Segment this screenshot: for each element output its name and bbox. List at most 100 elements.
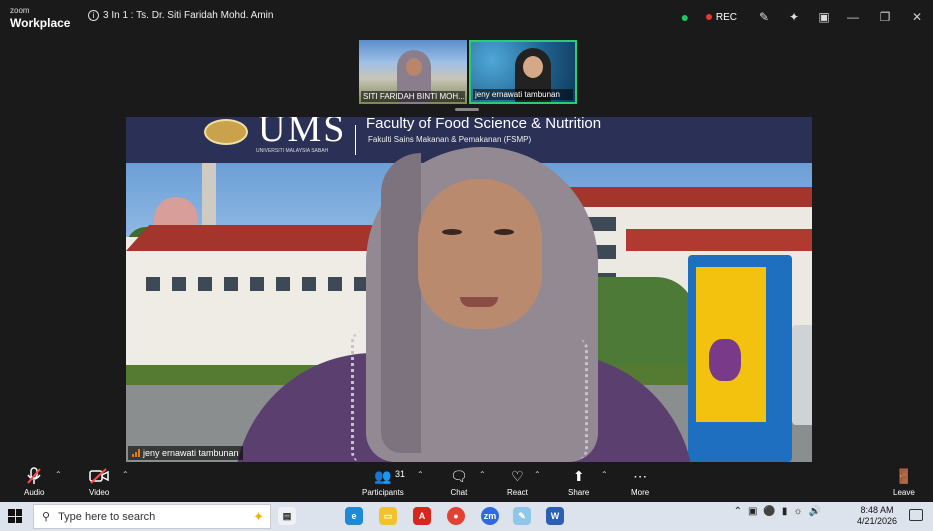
- meeting-toolbar: Audio ⌃ Video ⌃ 👥 Participants 31 ⌃ 🗨 Ch…: [0, 462, 933, 502]
- security-shield-icon[interactable]: ●: [672, 4, 698, 30]
- word-app-icon[interactable]: W: [546, 507, 564, 525]
- speaker-eye-left: [442, 229, 462, 235]
- thumbnail-jeny-ernawati[interactable]: jeny ernawati tambunan: [469, 40, 577, 104]
- more-label: More: [631, 488, 650, 497]
- search-icon: ⚲: [42, 511, 51, 523]
- leave-label: Leave: [893, 488, 915, 497]
- banner-divider: [355, 125, 356, 155]
- leave-door-icon: 🚪: [895, 467, 913, 484]
- thumbnail-name: jeny ernawati tambunan: [473, 89, 573, 100]
- participant-face: [523, 56, 543, 78]
- paint-app-icon[interactable]: ✎: [513, 507, 531, 525]
- participants-label: Participants: [362, 488, 404, 497]
- info-icon[interactable]: i: [88, 10, 99, 21]
- task-view-icon[interactable]: ▤: [278, 507, 296, 525]
- react-options-chevron-icon[interactable]: ⌃: [534, 470, 541, 479]
- file-explorer-icon[interactable]: ▭: [379, 507, 397, 525]
- participant-name-tag: jeny ernawati tambunan: [128, 446, 243, 460]
- zoom-logo: zoom Workplace: [10, 6, 71, 30]
- share-label: Share: [568, 488, 590, 497]
- participant-count: 31: [395, 469, 406, 479]
- more-button[interactable]: ⋯ More: [631, 466, 650, 498]
- meeting-title: 3 In 1 : Ts. Dr. Siti Faridah Mohd. Amin: [103, 10, 274, 21]
- university-logo-text: UMS: [258, 117, 347, 150]
- main-video-feed[interactable]: UMS UNIVERSITI MALAYSIA SABAH Faculty of…: [126, 117, 812, 462]
- tray-device-icon[interactable]: ▣: [748, 506, 757, 517]
- minimize-button[interactable]: —: [837, 4, 869, 30]
- signboard-logo: [709, 339, 741, 381]
- participants-icon: 👥: [374, 467, 392, 484]
- faculty-name-malay: Fakulti Sains Makanan & Pemakanan (FSMP): [368, 135, 532, 144]
- search-highlight-icon: ✦: [253, 508, 264, 524]
- participant-name: jeny ernawati tambunan: [143, 448, 239, 458]
- acrobat-icon[interactable]: A: [413, 507, 431, 525]
- restore-button[interactable]: ❐: [869, 4, 901, 30]
- video-label: Video: [89, 488, 110, 497]
- thumbnail-name: SITI FARIDAH BINTI MOH...: [361, 91, 465, 102]
- chat-button[interactable]: 🗨 Chat: [450, 466, 468, 498]
- leave-button[interactable]: 🚪 Leave: [893, 466, 915, 498]
- building-windows: [146, 277, 396, 291]
- thumbnail-drag-handle[interactable]: [455, 108, 479, 111]
- speaker-eye-right: [494, 229, 514, 235]
- audio-label: Audio: [24, 488, 45, 497]
- chrome-icon[interactable]: ●: [447, 507, 465, 525]
- react-button[interactable]: ♡ React: [507, 466, 528, 498]
- annotate-pen-icon[interactable]: ✎: [751, 4, 777, 30]
- edge-browser-icon[interactable]: e: [345, 507, 363, 525]
- heart-react-icon: ♡: [511, 467, 524, 484]
- garment-lace-right: [566, 339, 588, 459]
- chat-options-chevron-icon[interactable]: ⌃: [479, 470, 486, 479]
- more-ellipsis-icon: ⋯: [633, 467, 648, 484]
- react-label: React: [507, 488, 528, 497]
- tray-wifi-icon[interactable]: ☼: [793, 506, 802, 517]
- meeting-info[interactable]: i 3 In 1 : Ts. Dr. Siti Faridah Mohd. Am…: [88, 10, 273, 21]
- tray-chevron-up-icon[interactable]: ⌃: [734, 506, 742, 517]
- sparkle-ai-icon[interactable]: ✦: [781, 4, 807, 30]
- university-crest-logo: [204, 119, 248, 145]
- clock-time: 8:48 AM: [860, 505, 894, 515]
- clock-date: 4/21/2026: [856, 516, 897, 526]
- windows-taskbar: ⚲ Type here to search ✦ ▤ e ▭ A ● zm ✎ W…: [0, 502, 933, 531]
- title-bar-controls: ● REC ✎ ✦ ▣ — ❐ ✕: [668, 0, 933, 34]
- participants-options-chevron-icon[interactable]: ⌃: [417, 470, 424, 479]
- participant-face: [406, 58, 422, 76]
- thumbnail-siti-faridah[interactable]: SITI FARIDAH BINTI MOH...: [359, 40, 467, 104]
- tray-battery-icon[interactable]: ▮: [782, 506, 788, 517]
- faculty-name: Faculty of Food Science & Nutrition: [366, 117, 602, 132]
- audio-button[interactable]: Audio: [24, 466, 44, 497]
- share-screen-icon: ⬆: [572, 467, 585, 484]
- university-name: UNIVERSITI MALAYSIA SABAH: [256, 148, 329, 154]
- zoom-app-icon[interactable]: zm: [481, 507, 499, 525]
- chat-icon: 🗨: [450, 467, 468, 484]
- connection-signal-icon: [132, 449, 140, 457]
- share-options-chevron-icon[interactable]: ⌃: [601, 470, 608, 479]
- share-button[interactable]: ⬆ Share: [568, 466, 590, 498]
- taskbar-search-box[interactable]: ⚲ Type here to search ✦: [33, 504, 271, 529]
- video-off-icon: [89, 466, 109, 486]
- tray-volume-icon[interactable]: 🔊: [809, 506, 821, 517]
- taskbar-clock[interactable]: 8:48 AM 4/21/2026: [857, 505, 897, 527]
- brand-large: Workplace: [10, 16, 71, 30]
- parked-car: [792, 325, 812, 425]
- notification-center-icon[interactable]: [909, 509, 923, 521]
- windows-start-icon[interactable]: [8, 509, 22, 523]
- video-button[interactable]: Video: [89, 466, 109, 497]
- apps-icon[interactable]: ▣: [811, 4, 837, 30]
- video-options-chevron-icon[interactable]: ⌃: [122, 470, 129, 479]
- rec-dot-icon: [705, 14, 712, 20]
- hijab-shadow: [381, 153, 421, 453]
- speaker-mouth: [460, 297, 498, 307]
- title-bar: zoom Workplace i 3 In 1 : Ts. Dr. Siti F…: [0, 0, 933, 34]
- system-tray: ⌃ ▣ ⚫ ▮ ☼ 🔊: [734, 506, 821, 517]
- mic-muted-icon: [26, 466, 42, 486]
- recording-indicator[interactable]: REC: [705, 11, 737, 23]
- chat-label: Chat: [450, 488, 468, 497]
- building-roof-right: [551, 187, 812, 207]
- tray-mic-icon[interactable]: ⚫: [763, 506, 775, 517]
- participant-thumbnails: SITI FARIDAH BINTI MOH... jeny ernawati …: [359, 40, 577, 104]
- audio-options-chevron-icon[interactable]: ⌃: [55, 470, 62, 479]
- rec-label: REC: [715, 11, 737, 23]
- close-button[interactable]: ✕: [901, 4, 933, 30]
- building-roof-right-lower: [626, 229, 812, 251]
